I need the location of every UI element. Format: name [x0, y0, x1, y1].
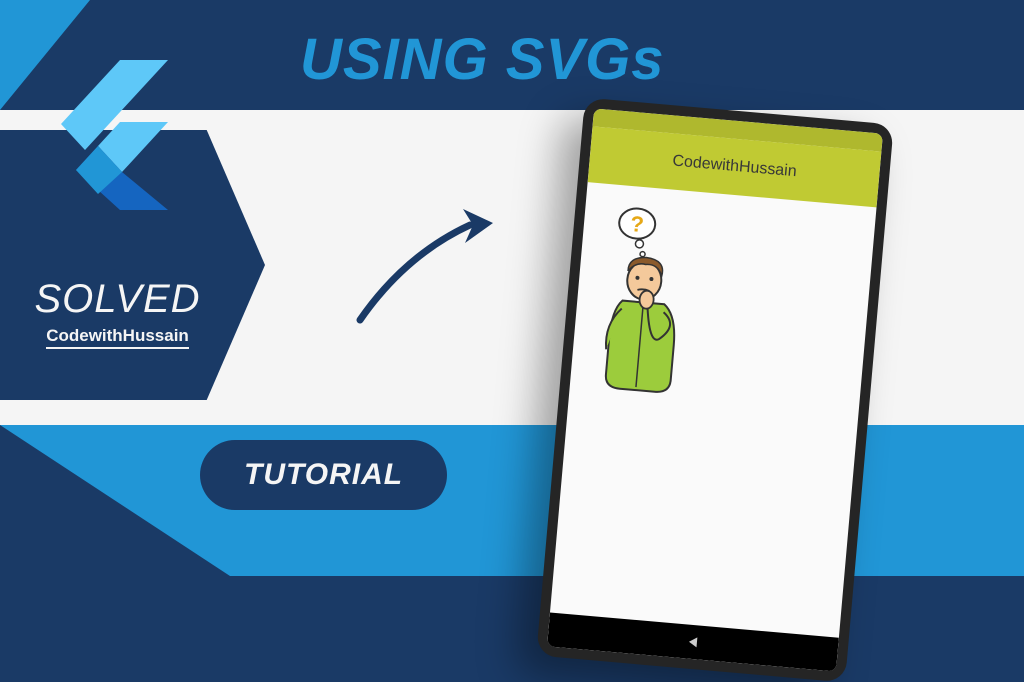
thinking-person-illustration: ?: [584, 198, 706, 406]
flutter-logo-icon: [50, 60, 170, 215]
phone-body: ?: [568, 182, 877, 436]
arrow-icon: [345, 195, 505, 340]
phone-screen: CodewithHussain ?: [547, 108, 883, 671]
tutorial-pill: TUTORIAL: [200, 440, 447, 510]
svg-text:?: ?: [629, 211, 645, 237]
solved-label: SOLVED: [34, 277, 200, 322]
main-title: USING SVGs: [300, 26, 665, 93]
phone-mockup: CodewithHussain ?: [536, 98, 894, 682]
brand-label: CodewithHussain: [46, 326, 189, 349]
phone-nav-bar: [547, 612, 839, 671]
nav-back-icon: [685, 634, 700, 649]
app-bar-title: CodewithHussain: [672, 152, 798, 181]
diagonal-accent-bottom: [0, 425, 230, 576]
